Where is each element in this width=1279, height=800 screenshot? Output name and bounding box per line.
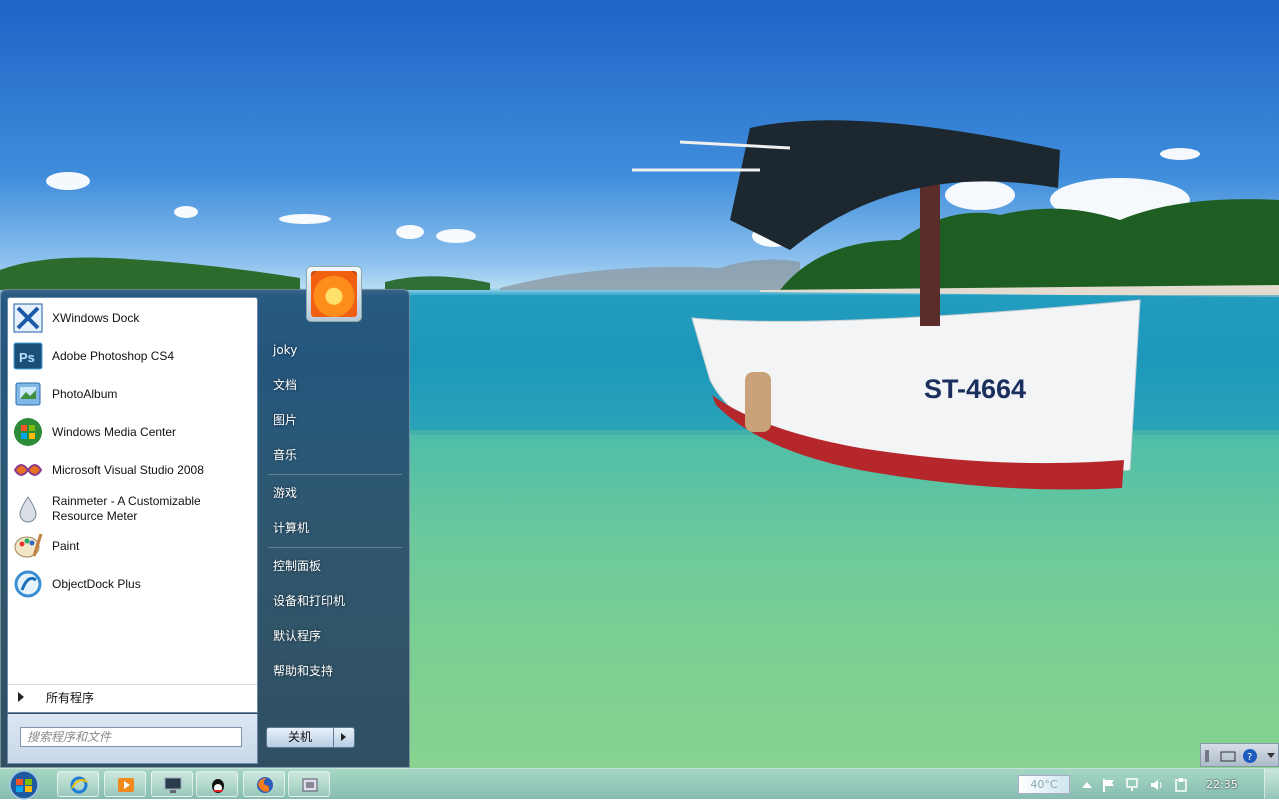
menu-separator [268,474,402,475]
svg-text:?: ? [1247,752,1252,763]
start-link-pictures[interactable]: 图片 [266,404,404,434]
start-menu-programs-pane: XWindows Dock Ps Adobe Photoshop CS4 Pho… [7,297,258,713]
default-programs-label: 默认程序 [273,628,322,643]
games-label: 游戏 [273,485,298,500]
taskbar-clock[interactable]: 22:35 [1206,778,1238,791]
start-link-documents[interactable]: 文档 [266,369,404,399]
program-label: Microsoft Visual Studio 2008 [52,462,204,477]
language-bar: ? [1200,743,1279,767]
rainmeter-icon [19,496,37,523]
photoshop-icon: Ps [13,342,43,370]
start-link-default-programs[interactable]: 默认程序 [266,620,404,650]
start-link-computer[interactable]: 计算机 [266,512,404,542]
devices-printers-label: 设备和打印机 [273,593,346,608]
window-app-icon [302,778,318,792]
start-link-help[interactable]: 帮助和支持 [266,655,404,685]
network-icon[interactable] [1125,777,1141,793]
program-item-xwindows-dock[interactable]: XWindows Dock [10,300,255,336]
music-label: 音乐 [273,447,298,462]
start-link-control-panel[interactable]: 控制面板 [266,550,404,580]
xwindows-dock-icon [13,303,43,333]
temperature-widget[interactable]: 40°C [1018,775,1070,794]
program-label: Rainmeter - A Customizable Resource Mete… [52,494,201,523]
objectdock-icon [14,570,42,598]
taskbar-qq-button[interactable] [196,771,238,797]
media-center-icon [14,418,42,446]
media-player-icon [118,778,134,792]
photoalbum-icon [15,382,41,406]
user-name-label: joky [273,343,298,357]
all-programs-button[interactable]: 所有程序 [8,684,257,709]
taskbar-firefox-button[interactable] [243,771,285,797]
program-item-visual-studio[interactable]: Microsoft Visual Studio 2008 [10,452,255,488]
search-input[interactable] [20,727,242,747]
program-item-paint[interactable]: Paint [10,528,255,564]
shutdown-button[interactable]: 关机 [266,727,334,748]
action-center-flag-icon[interactable] [1101,777,1117,793]
program-item-objectdock[interactable]: ObjectDock Plus [10,566,255,602]
svg-text:Ps: Ps [19,350,35,365]
menu-separator [268,547,402,548]
taskbar-monitor-button[interactable] [151,771,193,797]
documents-label: 文档 [273,377,298,392]
volume-icon[interactable] [1149,777,1165,793]
taskbar-media-player-button[interactable] [104,771,146,797]
firefox-icon [257,777,273,793]
user-picture[interactable] [306,266,362,322]
language-bar-icons: ? [1205,749,1275,763]
taskbar-window-button[interactable] [288,771,330,797]
program-label: ObjectDock Plus [52,576,141,591]
qq-penguin-icon [212,779,224,793]
program-item-photoalbum[interactable]: PhotoAlbum [10,376,255,412]
visual-studio-icon [13,464,43,476]
flower-avatar-icon [311,271,357,317]
taskbar: 40°C 22:35 [0,768,1279,800]
show-desktop-button[interactable] [1264,769,1279,799]
program-label: Adobe Photoshop CS4 [52,348,175,363]
program-label: Paint [52,538,80,553]
start-link-user[interactable]: joky [266,335,404,365]
start-button[interactable] [3,770,45,800]
program-label: Windows Media Center [52,424,177,439]
pictures-label: 图片 [273,412,298,427]
program-item-photoshop[interactable]: Ps Adobe Photoshop CS4 [10,338,255,374]
control-panel-label: 控制面板 [273,558,322,573]
start-link-games[interactable]: 游戏 [266,477,404,507]
triangle-right-icon [18,692,24,702]
internet-explorer-icon [70,776,88,794]
start-link-music[interactable]: 音乐 [266,439,404,469]
safely-remove-hardware-icon[interactable] [1173,777,1189,793]
program-label: PhotoAlbum [52,386,118,401]
shutdown-options-button[interactable] [334,727,355,748]
computer-label: 计算机 [273,520,310,535]
boat-registration-text: ST-4664 [924,374,1027,404]
taskbar-ie-button[interactable] [57,771,99,797]
paint-icon [14,533,43,558]
start-link-devices-printers[interactable]: 设备和打印机 [266,585,404,615]
help-label: 帮助和支持 [273,663,334,678]
program-item-rainmeter[interactable]: Rainmeter - A Customizable Resource Mete… [10,490,255,528]
program-label: XWindows Dock [52,310,140,325]
program-item-media-center[interactable]: Windows Media Center [10,414,255,450]
show-hidden-icons-icon[interactable] [1079,777,1095,793]
search-area [7,714,258,764]
all-programs-label: 所有程序 [46,690,95,705]
monitor-icon [164,777,182,793]
